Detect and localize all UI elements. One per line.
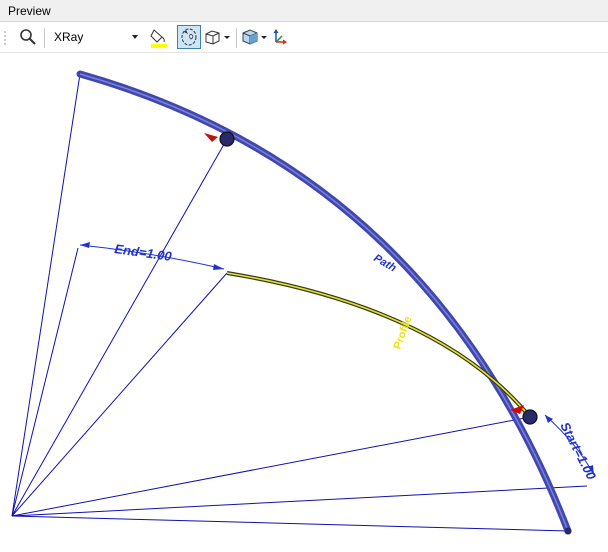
profile-curve-fill [226,272,531,418]
panel-title: Preview [8,4,51,18]
preview-viewport[interactable]: End=1.00 Start=1.00 Path Profile [0,53,608,552]
toolbar-grip[interactable] [4,30,6,46]
paint-bucket-icon [150,29,167,48]
box-view-button[interactable] [203,25,231,49]
chevron-down-icon [224,35,230,39]
path-start-marker [204,133,218,142]
zoom-button[interactable] [16,25,40,49]
lower-vertex-node[interactable] [522,409,538,425]
path-curve-highlight [79,73,569,532]
zoom-icon [20,29,36,45]
path-end-node[interactable] [564,527,572,535]
path-curve[interactable] [76,70,572,535]
toolbar-separator [236,28,237,48]
upper-vertex-node[interactable] [219,131,235,147]
display-mode-value: XRay [54,30,84,44]
paint-bucket-button[interactable] [146,25,172,49]
chevron-down-icon [132,35,138,39]
profile-curve[interactable] [226,271,532,419]
axis-triad-icon [273,29,287,45]
rotate-view-button[interactable] [177,25,201,49]
axis-triad-button[interactable] [268,25,290,49]
cube-view-icon [242,29,258,45]
start-dimension[interactable]: Start=1.00 [544,414,599,483]
box-view-icon [205,30,220,45]
chevron-down-icon [261,35,267,39]
cube-view-button[interactable] [240,25,268,49]
preview-toolbar: XRay [0,22,608,53]
toolbar-separator [44,28,45,48]
end-dimension[interactable]: End=1.00 [79,241,225,270]
construction-lines [11,73,588,532]
rotate-view-icon [181,28,197,46]
display-mode-dropdown[interactable]: XRay [48,27,142,47]
end-dimension-label: End=1.00 [114,241,174,264]
preview-panel-header: Preview [0,0,608,22]
start-dimension-label: Start=1.00 [557,420,599,483]
